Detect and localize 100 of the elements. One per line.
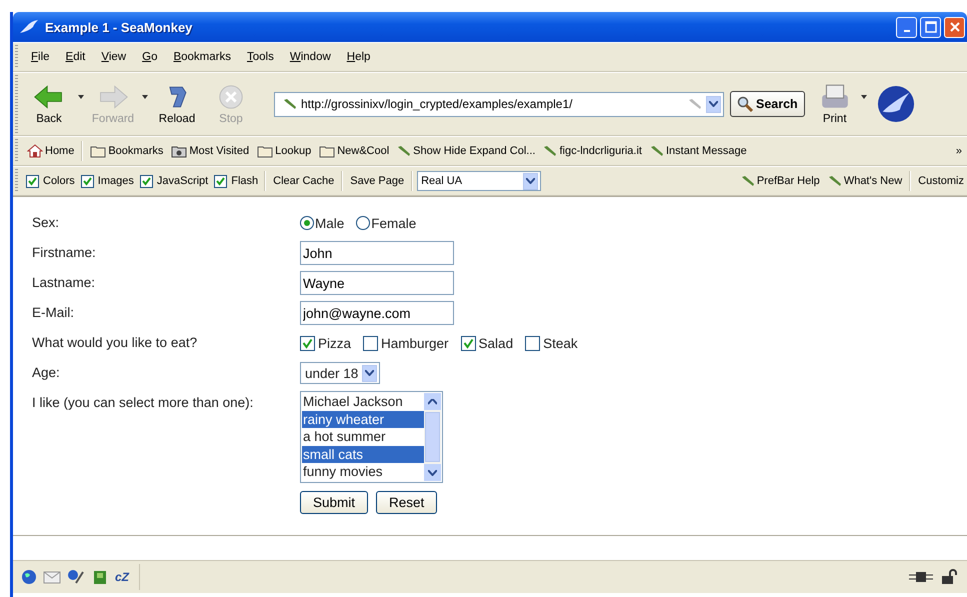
field-label: Age: [32, 364, 61, 382]
list-option[interactable]: small cats [302, 446, 424, 464]
bookmark-item[interactable]: Home [24, 144, 78, 158]
seamonkey-logo-icon[interactable] [876, 85, 915, 123]
chevron-down-icon [526, 178, 536, 184]
prefbar-checkbox[interactable]: Colors [24, 174, 77, 188]
form-button[interactable]: Reset [376, 491, 438, 514]
bookmark-item[interactable]: Most Visited [168, 144, 252, 158]
text-field[interactable]: Wayne [300, 271, 454, 295]
bookmark-item[interactable]: Instant Message [646, 145, 750, 157]
user-agent-dropdown[interactable]: Real UA [417, 171, 542, 191]
dropdown-arrow-icon[interactable] [142, 95, 148, 99]
address-bar[interactable]: http://grossinixv/login_crypted/examples/example1/ [274, 92, 724, 116]
radio-option[interactable]: Female [356, 216, 416, 230]
food-checkbox[interactable]: Steak [525, 336, 578, 350]
maximize-button[interactable] [920, 16, 941, 38]
pen-icon [283, 98, 297, 110]
checkmark-icon [82, 176, 92, 186]
age-dropdown[interactable]: under 18 [300, 362, 380, 384]
menu-item[interactable]: Go [135, 49, 164, 65]
bookmark-item[interactable]: Show Hide Expand Col... [394, 145, 538, 157]
search-icon [737, 96, 753, 112]
chevron-down-icon [365, 370, 374, 376]
print-button[interactable]: Print [810, 83, 859, 125]
list-option[interactable]: rainy wheater [302, 410, 424, 428]
chevron-up-icon [428, 398, 437, 404]
pen-icon [688, 98, 702, 110]
pen-icon [740, 175, 755, 187]
pen-icon [397, 145, 412, 157]
multi-select-list[interactable]: Michael Jackson rainy wheater a hot summer small cats funny movies [300, 391, 443, 483]
dropdown-arrow-icon[interactable] [78, 95, 84, 99]
bookmark-item[interactable]: Bookmarks [87, 144, 166, 158]
address-book-icon[interactable] [91, 569, 109, 585]
close-icon [950, 22, 960, 32]
nav-button[interactable]: Back [22, 83, 76, 125]
prefbar-checkbox[interactable]: JavaScript [138, 174, 210, 188]
folder-icon [257, 144, 274, 158]
prefbar-button[interactable]: Save Page [347, 175, 408, 187]
food-checkbox[interactable]: Pizza [300, 336, 352, 350]
field-label: What would you like to eat? [32, 334, 198, 352]
checkmark-icon [302, 338, 313, 348]
bird-icon [19, 19, 39, 35]
folder-icon [319, 144, 336, 158]
prefbar-link[interactable]: What's New [824, 175, 906, 187]
checkmark-icon [28, 176, 37, 186]
menu-item[interactable]: Bookmarks [166, 49, 238, 65]
left-arrow-icon [33, 83, 65, 111]
pen-icon [650, 145, 664, 157]
close-button[interactable] [944, 16, 965, 38]
pen-icon [543, 145, 558, 157]
food-checkbox[interactable]: Salad [460, 336, 514, 350]
chevron-down-icon [428, 470, 437, 476]
prefbar-button[interactable]: Clear Cache [270, 175, 338, 187]
field-label: Lastname: [32, 274, 96, 292]
chevron-down-icon [709, 101, 718, 107]
house-icon [27, 144, 43, 158]
prefbar-checkbox[interactable]: Flash [212, 174, 260, 188]
menu-item[interactable]: Edit [58, 49, 92, 65]
prefbar-checkbox[interactable]: Images [78, 174, 136, 188]
scrollbar[interactable] [424, 393, 441, 481]
connection-icon [909, 571, 933, 583]
prefbar-link[interactable]: PrefBar Help [738, 175, 823, 187]
menu-item[interactable]: View [94, 49, 134, 65]
checkmark-icon [142, 176, 151, 186]
maximize-icon [924, 21, 936, 33]
chat-icon[interactable]: cZ [115, 570, 130, 584]
checkmark-icon [216, 176, 226, 186]
bookmark-item[interactable]: figc-lndcrliguria.it [540, 145, 645, 157]
field-label: I like (you can select more than one): [32, 394, 254, 412]
customize-button[interactable]: Customiz [915, 175, 967, 187]
stop-icon [217, 83, 245, 111]
list-option[interactable]: a hot summer [302, 428, 424, 446]
globe-icon[interactable] [21, 569, 37, 585]
food-checkbox[interactable]: Hamburger [363, 336, 449, 350]
checkmark-icon [462, 338, 474, 348]
nav-button[interactable]: Reload [150, 83, 204, 125]
text-field[interactable]: John [300, 241, 454, 265]
menu-item[interactable]: Window [282, 49, 338, 65]
field-label: Firstname: [32, 244, 97, 262]
menu-item[interactable]: File [24, 49, 57, 65]
right-arrow-icon [97, 83, 129, 111]
bookmark-item[interactable]: New&Cool [316, 144, 392, 158]
list-option[interactable]: Michael Jackson [302, 393, 424, 411]
text-field[interactable]: john@wayne.com [300, 301, 454, 325]
menu-item[interactable]: Help [340, 49, 378, 65]
more-bookmarks-button[interactable]: » [952, 145, 965, 157]
dropdown-arrow-icon[interactable] [860, 95, 867, 99]
field-label: Sex: [32, 214, 60, 232]
form-button[interactable]: Submit [300, 491, 368, 514]
url-dropdown-button[interactable] [706, 96, 721, 112]
bookmark-item[interactable]: Lookup [254, 144, 314, 158]
search-button[interactable]: Search [730, 91, 805, 117]
minimize-button[interactable] [896, 16, 917, 38]
list-option[interactable]: funny movies [302, 463, 424, 481]
pen-icon [828, 175, 842, 187]
window-title: Example 1 - SeaMonkey [45, 20, 192, 34]
folder-icon [90, 144, 106, 158]
minimize-icon [904, 30, 910, 32]
radio-option[interactable]: Male [300, 216, 344, 230]
menu-item[interactable]: Tools [240, 49, 281, 65]
